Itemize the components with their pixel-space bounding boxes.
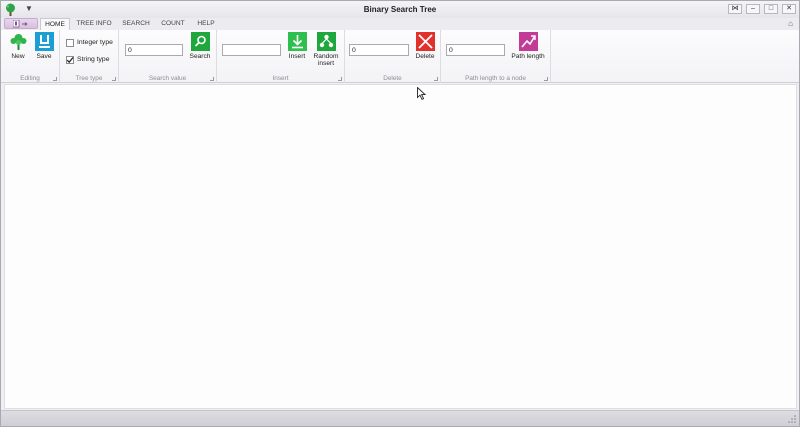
delete-value-input[interactable] — [349, 44, 409, 56]
file-menu-icon — [13, 20, 28, 28]
group-tree-type: Integer type String type Tree type — [60, 30, 119, 83]
editing-launcher-icon[interactable] — [53, 77, 57, 81]
pin-button[interactable]: ⋈ — [728, 4, 742, 14]
ribbon-tab-row: HOME TREE INFO SEARCH COUNT HELP ⌂ — [1, 18, 799, 30]
file-menu-button[interactable] — [4, 18, 38, 29]
search-button[interactable]: Search — [187, 32, 213, 60]
tab-tree-info[interactable]: TREE INFO — [73, 18, 115, 30]
ribbon-collapse-icon[interactable]: ⌂ — [788, 19, 793, 28]
tab-help[interactable]: HELP — [193, 18, 219, 30]
application-window: ▼ Binary Search Tree ⋈ – □ ✕ HOME TREE I… — [0, 0, 800, 427]
checkmark-icon — [66, 57, 74, 64]
mouse-cursor-icon — [417, 87, 426, 100]
maximize-button[interactable]: □ — [764, 4, 778, 14]
status-bar — [1, 410, 799, 426]
path-length-launcher-icon[interactable] — [544, 77, 548, 81]
tab-home[interactable]: HOME — [40, 18, 70, 30]
group-editing: New Save Editing — [1, 30, 60, 83]
path-length-button[interactable]: Path length — [509, 32, 547, 60]
search-value-launcher-icon[interactable] — [210, 77, 214, 81]
string-type-checkbox[interactable] — [66, 56, 74, 64]
floppy-icon — [34, 32, 54, 51]
tree-canvas[interactable] — [4, 84, 797, 409]
random-insert-button[interactable]: Random insert — [312, 32, 340, 67]
new-button-label: New — [11, 53, 25, 60]
tab-count[interactable]: COUNT — [157, 18, 189, 30]
integer-type-label: Integer type — [77, 39, 113, 46]
save-button-label: Save — [36, 53, 52, 60]
magnifier-icon — [190, 32, 210, 51]
ribbon: New Save Editing Integer type String typ… — [1, 30, 799, 83]
group-label-tree-type: Tree type — [75, 75, 103, 82]
group-label-insert: Insert — [272, 75, 289, 82]
integer-type-checkbox[interactable] — [66, 39, 74, 47]
group-delete: Delete Delete — [345, 30, 441, 83]
close-button[interactable]: ✕ — [782, 4, 796, 14]
insert-button[interactable]: Insert — [285, 32, 309, 60]
delete-launcher-icon[interactable] — [434, 77, 438, 81]
string-type-label: String type — [77, 56, 110, 63]
group-label-editing: Editing — [20, 75, 40, 82]
group-label-path-length: Path length to a node — [465, 75, 526, 82]
group-search-value: Search Search value — [119, 30, 217, 83]
delete-button-label: Delete — [415, 53, 435, 60]
window-title: Binary Search Tree — [363, 5, 437, 14]
group-path-length: Path length Path length to a node — [441, 30, 551, 83]
insert-button-label: Insert — [288, 53, 306, 60]
path-length-button-label: Path length — [511, 53, 545, 60]
resize-grip-icon[interactable] — [788, 415, 796, 423]
tree-icon — [10, 34, 26, 50]
insert-value-input[interactable] — [222, 44, 281, 56]
new-button[interactable]: New — [7, 32, 29, 60]
path-icon — [518, 32, 538, 51]
title-bar: ▼ Binary Search Tree ⋈ – □ ✕ — [1, 1, 799, 18]
group-insert: Insert Random insert Insert — [217, 30, 345, 83]
tab-search[interactable]: SEARCH — [119, 18, 153, 30]
nodes-icon — [316, 32, 336, 51]
insert-launcher-icon[interactable] — [338, 77, 342, 81]
random-insert-label-line2: insert — [317, 60, 335, 67]
save-button[interactable]: Save — [33, 32, 55, 60]
delete-button[interactable]: Delete — [413, 32, 437, 60]
tree-type-launcher-icon[interactable] — [112, 77, 116, 81]
x-icon — [415, 32, 435, 51]
down-arrow-icon — [287, 32, 307, 51]
minimize-button[interactable]: – — [746, 4, 760, 14]
group-label-delete: Delete — [383, 75, 402, 82]
random-insert-label-line1: Random — [313, 53, 339, 60]
group-label-search-value: Search value — [148, 75, 187, 82]
search-button-label: Search — [189, 53, 211, 60]
search-value-input[interactable] — [125, 44, 183, 56]
path-length-input[interactable] — [446, 44, 505, 56]
